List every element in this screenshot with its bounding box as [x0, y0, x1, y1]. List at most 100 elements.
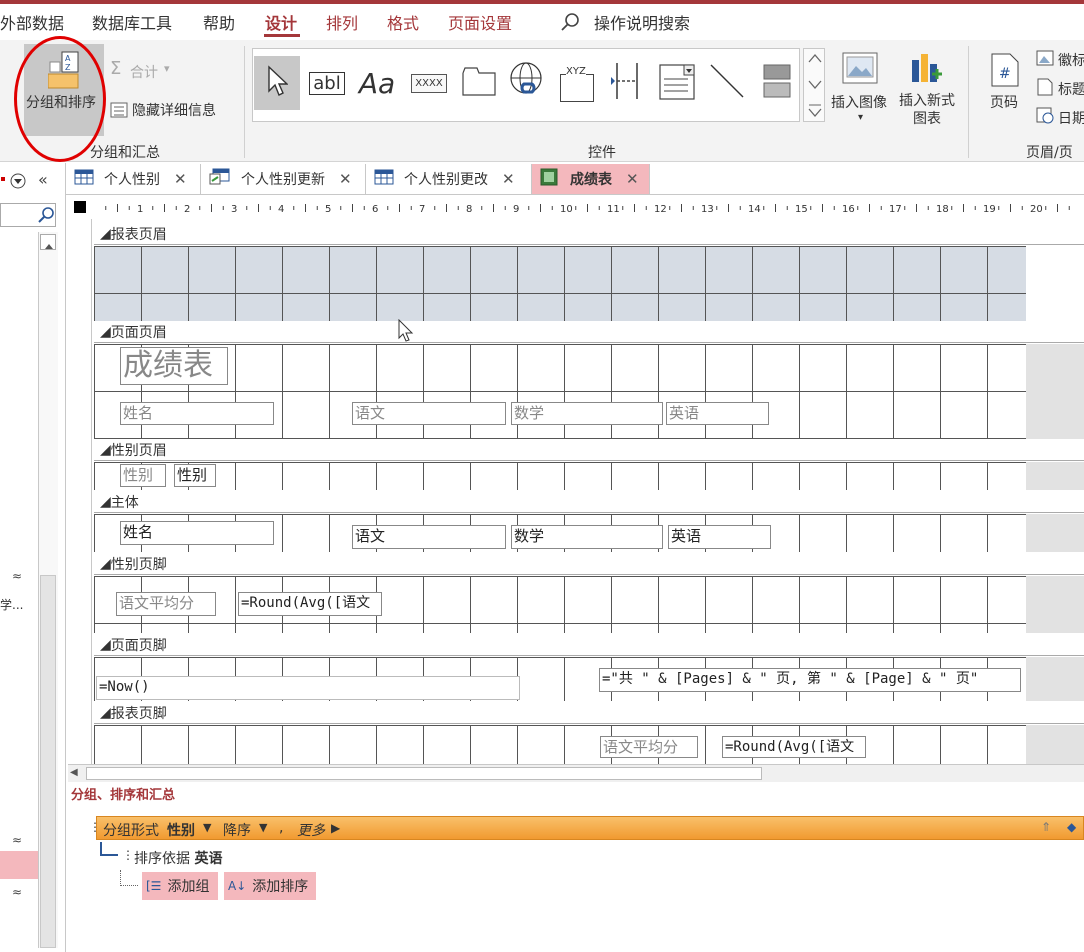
- report-average-expression[interactable]: =Round(Avg([语文: [722, 736, 866, 758]
- english-label[interactable]: 英语: [666, 402, 769, 425]
- ruler-number: 11: [607, 204, 620, 215]
- menu-tab-external-data[interactable]: 外部数据: [0, 10, 64, 34]
- now-expression[interactable]: =Now(): [96, 676, 520, 700]
- page-break-button[interactable]: [604, 56, 650, 110]
- gender-header-band[interactable]: [94, 462, 1026, 490]
- page-number-button[interactable]: 页码: [990, 92, 1018, 112]
- page-number-expression[interactable]: ="共 " & [Pages] & " 页, 第 " & [Page] & " …: [599, 668, 1021, 692]
- report-average-label[interactable]: 语文平均分: [600, 736, 698, 758]
- gender-footer-band[interactable]: [94, 576, 1026, 633]
- report-selector[interactable]: [74, 201, 86, 213]
- insert-image-button[interactable]: 插入图像: [831, 92, 887, 112]
- chinese-label[interactable]: 语文: [352, 402, 506, 425]
- sort-order-select[interactable]: 降序: [223, 820, 251, 840]
- drag-handle-icon[interactable]: ⋮: [89, 820, 101, 834]
- menu-tab-design[interactable]: 设计: [265, 10, 297, 34]
- label-control-button[interactable]: Aa: [354, 56, 400, 110]
- option-group-button[interactable]: XYZ: [554, 56, 600, 110]
- menu-tab-format[interactable]: 格式: [387, 10, 419, 34]
- section-gender-header[interactable]: ◢ 性别页眉: [94, 439, 1084, 461]
- collapse-group-icon[interactable]: ≈: [12, 885, 22, 899]
- nav-scroll-thumb[interactable]: [40, 575, 56, 948]
- search-label[interactable]: 操作说明搜索: [594, 10, 690, 34]
- collapse-pane-button[interactable]: «: [38, 170, 48, 189]
- sort-prefix: 排序依据: [134, 851, 190, 867]
- sigma-icon: Σ: [110, 58, 122, 79]
- menu-tab-database-tools[interactable]: 数据库工具: [92, 10, 172, 34]
- sort-field[interactable]: 英语: [194, 851, 222, 867]
- section-page-footer[interactable]: ◢ 页面页脚: [94, 634, 1084, 656]
- insert-chart-button[interactable]: 插入新式图表: [896, 92, 958, 128]
- gender-label[interactable]: 性别: [120, 464, 166, 487]
- chinese-average-label[interactable]: 语文平均分: [116, 592, 216, 616]
- math-field[interactable]: 数学: [511, 525, 663, 549]
- section-report-header[interactable]: ◢ 报表页眉: [94, 223, 1084, 245]
- section-report-footer[interactable]: ◢ 报表页脚: [94, 702, 1084, 724]
- nav-item-truncated[interactable]: 学...: [0, 596, 23, 613]
- add-group-button[interactable]: [☰ 添加组: [142, 872, 218, 900]
- close-icon[interactable]: ✕: [502, 170, 515, 188]
- collapse-group-icon[interactable]: ≈: [12, 569, 22, 583]
- tab-score-report[interactable]: 成绩表 ✕: [532, 164, 650, 194]
- tab-personal-gender[interactable]: 个人性别 ✕: [66, 164, 201, 194]
- report-header-band[interactable]: [94, 246, 1026, 321]
- chinese-average-expression[interactable]: =Round(Avg([语文: [238, 592, 382, 616]
- collapse-group-icon[interactable]: ≈: [12, 833, 22, 847]
- controls-group-label: 控件: [588, 145, 616, 161]
- gallery-scroll[interactable]: [803, 48, 825, 122]
- scroll-thumb[interactable]: [86, 767, 762, 780]
- group-level-row[interactable]: ⋮ 分组形式 性别 ▼ 降序 ▼ , 更多 ▶ ⇑ ◆: [89, 816, 1084, 840]
- section-detail[interactable]: ◢ 主体: [94, 491, 1084, 513]
- name-label[interactable]: 姓名: [120, 402, 274, 425]
- date-time-button[interactable]: 日期: [1058, 108, 1084, 128]
- ruler-number: 13: [701, 204, 714, 215]
- combo-box-button[interactable]: [654, 56, 700, 110]
- section-gender-footer[interactable]: ◢ 性别页脚: [94, 553, 1084, 575]
- ruler-number: 15: [795, 204, 808, 215]
- menu-tab-page-setup[interactable]: 页面设置: [448, 10, 512, 34]
- english-field[interactable]: 英语: [668, 525, 771, 549]
- name-field[interactable]: 姓名: [120, 521, 274, 545]
- scroll-left-arrow-icon[interactable]: ◀: [70, 767, 78, 778]
- tab-control-button[interactable]: [456, 56, 502, 110]
- menu-tab-help[interactable]: 帮助: [203, 10, 235, 34]
- chart-icon: [908, 50, 944, 90]
- chinese-field[interactable]: 语文: [352, 525, 506, 549]
- nav-scroll-up-button[interactable]: [40, 234, 56, 250]
- report-footer-band[interactable]: [94, 725, 1026, 764]
- nav-selected-item[interactable]: [0, 851, 38, 879]
- tab-personal-gender-update[interactable]: 个人性别更新 ✕: [201, 164, 366, 194]
- close-icon[interactable]: ✕: [626, 170, 639, 188]
- ruler-number: 16: [842, 204, 855, 215]
- logo-button[interactable]: 徽标: [1058, 50, 1084, 70]
- totals-button[interactable]: 合计: [130, 62, 158, 82]
- tab-personal-gender-change[interactable]: 个人性别更改 ✕: [366, 164, 532, 194]
- line-control-button[interactable]: [704, 56, 750, 110]
- section-page-header[interactable]: ◢ 页面页眉: [94, 321, 1084, 343]
- menu-tab-arrange[interactable]: 排列: [326, 10, 358, 34]
- ruler-number: 5: [325, 204, 331, 215]
- textbox-control-button[interactable]: abl: [304, 56, 350, 110]
- more-options-button[interactable]: 更多: [297, 820, 325, 840]
- sort-level-row[interactable]: 排序依据 英语: [134, 848, 222, 868]
- math-label[interactable]: 数学: [511, 402, 663, 425]
- hyperlink-control-button[interactable]: [504, 56, 550, 110]
- title-button[interactable]: 标题: [1058, 79, 1084, 99]
- delete-level-icon[interactable]: ◆: [1067, 820, 1076, 834]
- toggle-button-control[interactable]: [754, 56, 800, 110]
- hide-details-button[interactable]: 隐藏详细信息: [132, 100, 216, 120]
- gender-field[interactable]: 性别: [174, 464, 216, 487]
- button-control-button[interactable]: XXXX: [406, 56, 452, 110]
- drag-handle-icon[interactable]: ⋮: [122, 848, 134, 862]
- select-pointer-button[interactable]: [254, 56, 300, 110]
- close-icon[interactable]: ✕: [174, 170, 187, 188]
- move-up-icon[interactable]: ⇑: [1041, 820, 1051, 834]
- group-sort-pane: 分组、排序和汇总 ⋮ 分组形式 性别 ▼ 降序 ▼ , 更多 ▶ ⇑ ◆ ⋮ 排…: [68, 782, 1084, 952]
- chevron-down-icon: ▼: [203, 821, 212, 834]
- canvas-horizontal-scrollbar[interactable]: ◀: [68, 764, 1084, 782]
- nav-dropdown-icon[interactable]: [8, 171, 28, 195]
- group-field-select[interactable]: 性别: [167, 820, 195, 840]
- add-sort-button[interactable]: A↓ 添加排序: [224, 872, 316, 900]
- report-title-label[interactable]: 成绩表: [120, 347, 228, 385]
- close-icon[interactable]: ✕: [339, 170, 352, 188]
